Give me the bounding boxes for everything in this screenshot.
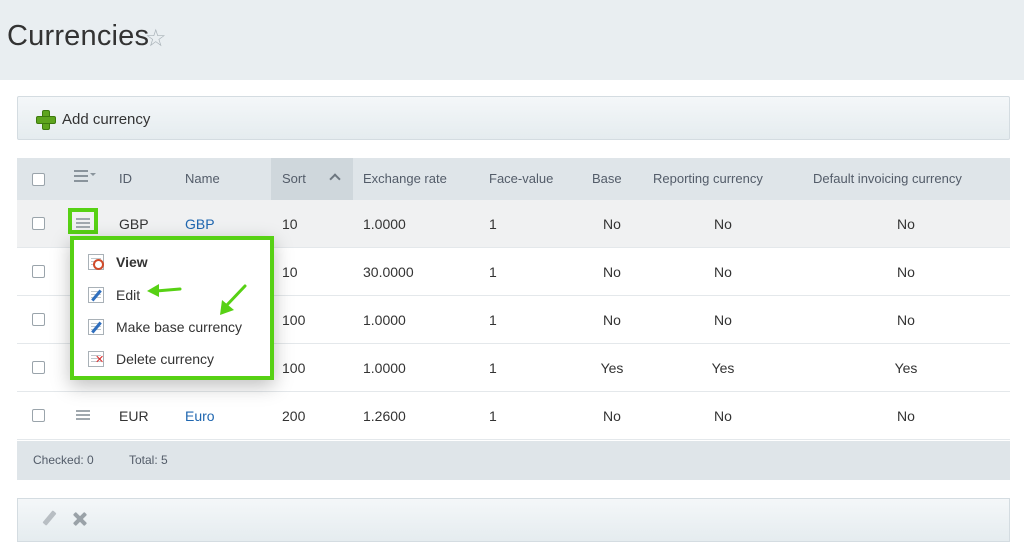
cell-face-value: 1 — [489, 360, 497, 376]
column-header-default-invoicing-currency[interactable]: Default invoicing currency — [813, 158, 962, 200]
row-menu-icon[interactable] — [76, 410, 90, 422]
cell-name-link[interactable]: Euro — [185, 392, 215, 440]
cell-reporting: No — [714, 408, 732, 424]
column-header-name[interactable]: Name — [185, 158, 220, 200]
menu-item-edit[interactable]: Edit — [88, 284, 140, 306]
cell-invoicing: Yes — [894, 360, 918, 376]
select-all-checkbox[interactable] — [32, 173, 45, 186]
menu-item-view[interactable]: View — [88, 251, 148, 273]
delete-icon — [88, 351, 104, 367]
pencil-icon[interactable] — [40, 510, 58, 528]
cell-base: Yes — [600, 360, 624, 376]
cell-base: No — [603, 264, 621, 280]
cell-exchange-rate: 1.2600 — [363, 408, 406, 424]
cell-invoicing: No — [897, 408, 915, 424]
cell-exchange-rate: 1.0000 — [363, 216, 406, 232]
checked-count: Checked: 0 — [33, 453, 94, 467]
cell-reporting: No — [714, 216, 732, 232]
annotation-arrow-icon — [220, 284, 247, 315]
column-header-sort[interactable]: Sort — [271, 158, 353, 200]
top-toolbar: Add currency — [17, 96, 1010, 140]
cell-exchange-rate: 1.0000 — [363, 312, 406, 328]
cell-sort: 10 — [282, 264, 298, 280]
menu-item-label: Delete currency — [116, 351, 215, 367]
cell-sort: 100 — [282, 360, 306, 376]
cell-reporting: No — [714, 312, 732, 328]
column-header-base[interactable]: Base — [592, 158, 622, 200]
view-icon — [88, 254, 104, 270]
add-currency-button[interactable]: Add currency — [36, 108, 150, 130]
bottom-toolbar — [17, 498, 1010, 542]
edit-icon — [88, 287, 104, 303]
row-checkbox[interactable] — [32, 361, 45, 374]
cell-sort: 200 — [282, 408, 306, 424]
column-header-exchange-rate[interactable]: Exchange rate — [363, 158, 447, 200]
cell-base: No — [603, 312, 621, 328]
column-header-face-value[interactable]: Face-value — [489, 158, 553, 200]
page-title: Currencies — [7, 20, 150, 52]
cell-face-value: 1 — [489, 216, 497, 232]
annotation-arrow-icon — [147, 284, 182, 297]
plus-icon — [36, 110, 56, 130]
grid-header: ID Name Sort Exchange rate Face-value Ba… — [17, 158, 1010, 200]
row-menu-icon[interactable] — [76, 218, 90, 230]
column-header-sort-label: Sort — [282, 171, 306, 186]
cell-face-value: 1 — [489, 408, 497, 424]
column-header-id[interactable]: ID — [119, 158, 132, 200]
row-checkbox[interactable] — [32, 409, 45, 422]
menu-item-label: Make base currency — [116, 319, 243, 335]
row-checkbox[interactable] — [32, 313, 45, 326]
cell-sort: 10 — [282, 216, 298, 232]
cell-id: EUR — [119, 408, 149, 424]
star-icon[interactable]: ☆ — [145, 25, 167, 53]
cell-invoicing: No — [897, 216, 915, 232]
delete-x-icon[interactable] — [71, 510, 89, 528]
cell-face-value: 1 — [489, 312, 497, 328]
total-count: Total: 5 — [129, 453, 168, 467]
cell-invoicing: No — [897, 312, 915, 328]
make-base-icon — [88, 319, 104, 335]
cell-face-value: 1 — [489, 264, 497, 280]
cell-reporting: No — [714, 264, 732, 280]
menu-item-label: Edit — [116, 287, 141, 303]
column-header-reporting-currency[interactable]: Reporting currency — [653, 158, 763, 200]
row-checkbox[interactable] — [32, 265, 45, 278]
add-currency-label: Add currency — [62, 110, 151, 128]
cell-exchange-rate: 1.0000 — [363, 360, 406, 376]
menu-item-delete-currency[interactable]: Delete currency — [88, 348, 214, 370]
page-header: Currencies ☆ — [0, 0, 1024, 80]
cell-exchange-rate: 30.0000 — [363, 264, 414, 280]
cell-invoicing: No — [897, 264, 915, 280]
cell-reporting: Yes — [711, 360, 735, 376]
grid-footer: Checked: 0 Total: 5 — [17, 441, 1010, 480]
menu-item-label: View — [116, 254, 148, 270]
cell-base: No — [603, 408, 621, 424]
cell-base: No — [603, 216, 621, 232]
row-checkbox[interactable] — [32, 217, 45, 230]
sort-ascending-icon — [329, 173, 341, 185]
table-row[interactable]: EUR Euro 200 1.2600 1 No No No — [17, 392, 1010, 440]
column-settings-icon[interactable] — [74, 170, 96, 184]
cell-sort: 100 — [282, 312, 306, 328]
